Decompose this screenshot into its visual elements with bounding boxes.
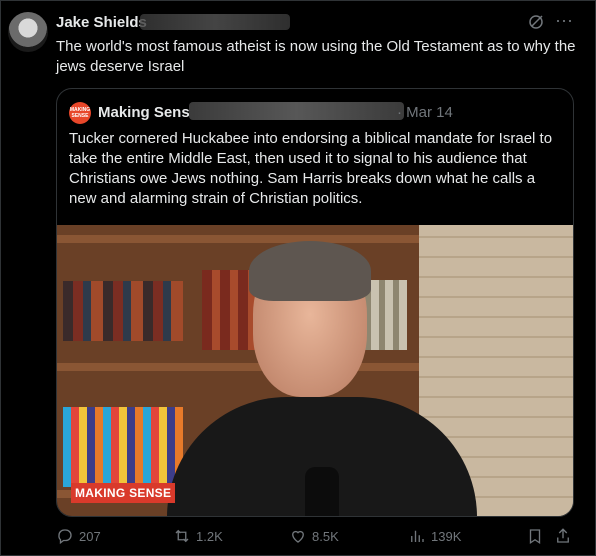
books (63, 281, 183, 341)
shelf-plank (57, 235, 419, 243)
video-player[interactable]: MAKING SENSE (57, 225, 573, 516)
views-count: 139K (431, 528, 462, 544)
reply-icon (58, 529, 72, 545)
repost-icon (175, 529, 189, 543)
repost-button[interactable]: 1.2K (173, 527, 223, 545)
author-name[interactable]: Jake Shields (56, 14, 147, 31)
books (63, 407, 183, 487)
grok-icon[interactable] (527, 13, 545, 31)
like-icon (292, 530, 304, 543)
quoted-post-text: Tucker cornered Huckabee into endorsing … (69, 130, 553, 207)
action-bar: 207 1.2K 8.5K 139K (56, 527, 576, 549)
like-button[interactable]: 8.5K (289, 527, 339, 545)
video-brand-badge: MAKING SENSE (71, 483, 176, 503)
quoted-author-avatar[interactable]: MAKING SENSE (69, 102, 91, 124)
author-avatar[interactable] (8, 12, 48, 52)
reply-count: 207 (79, 528, 101, 544)
views-icon (411, 530, 424, 542)
reply-button[interactable]: 207 (56, 527, 101, 545)
speaker-hair (249, 241, 371, 301)
post-text: The world's most famous atheist is now u… (56, 38, 576, 75)
quoted-author-name[interactable]: Making Sense (98, 104, 198, 121)
quoted-post-date[interactable]: · Mar 14 (397, 104, 453, 121)
repost-count: 1.2K (196, 528, 223, 544)
quoted-post[interactable]: MAKING SENSE Making Sense · Mar 14 Tucke… (56, 88, 574, 517)
quoted-author-handle-redacted (189, 102, 404, 120)
views-button[interactable]: 139K (408, 527, 461, 545)
bookmark-icon[interactable] (526, 527, 544, 545)
like-count: 8.5K (312, 528, 339, 544)
microphone (305, 467, 339, 516)
author-handle-redacted (140, 14, 290, 30)
shelf-plank (57, 363, 419, 371)
more-icon[interactable]: ··· (554, 10, 574, 30)
share-icon[interactable] (554, 527, 572, 545)
